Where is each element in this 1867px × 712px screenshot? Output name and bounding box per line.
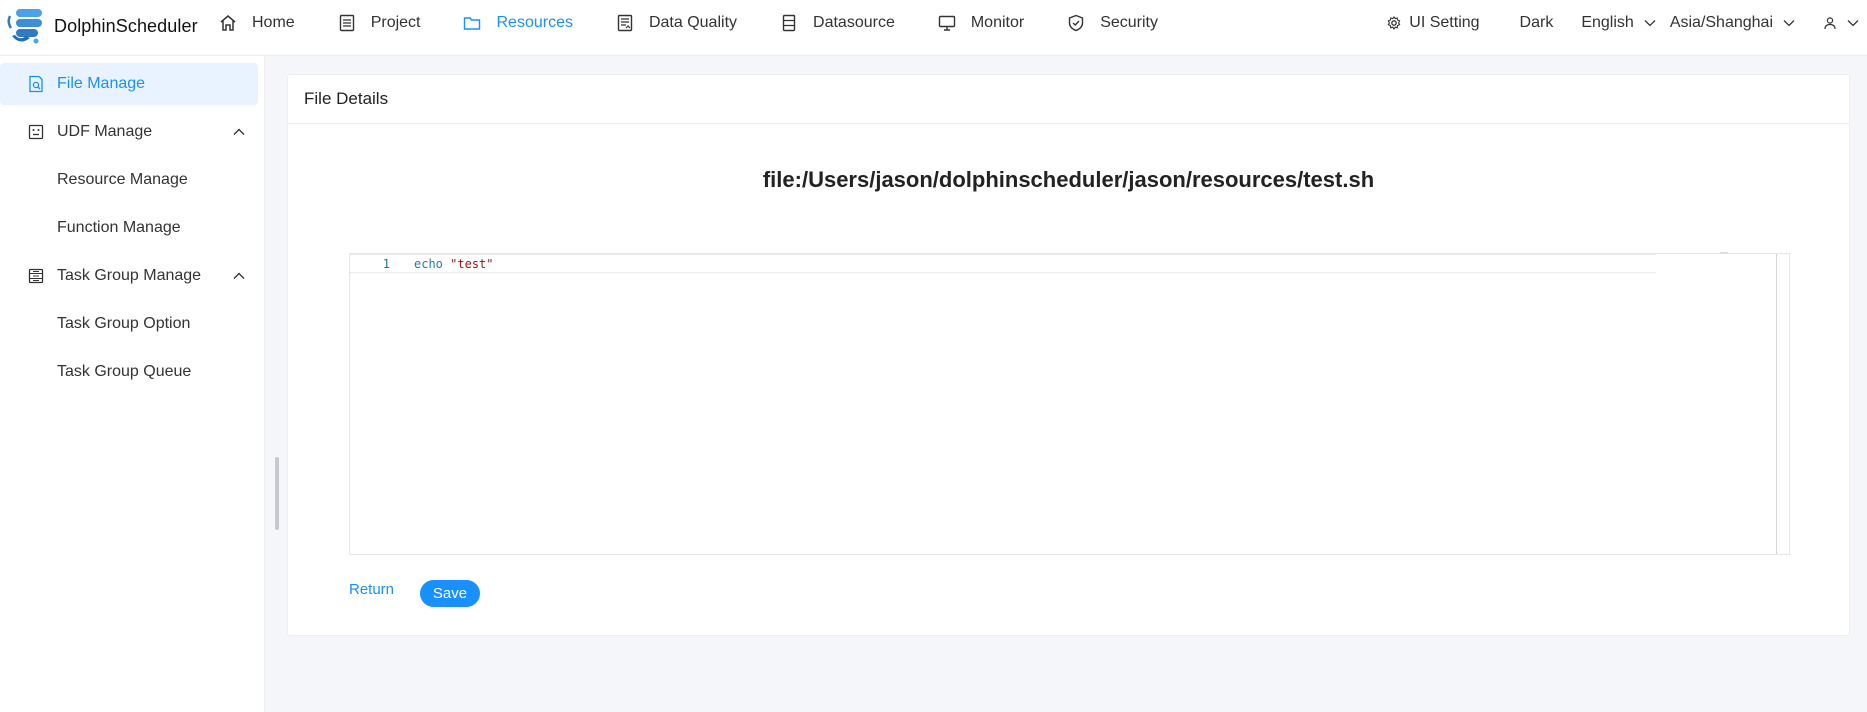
sidebar-item-label: Function Manage	[57, 219, 181, 236]
language-label: English	[1581, 14, 1634, 31]
code-keyword: echo	[414, 257, 443, 271]
task-group-icon	[27, 267, 45, 285]
sidebar-item-task-group-queue[interactable]: Task Group Queue	[0, 351, 258, 393]
sidebar-item-udf-manage[interactable]: UDF Manage	[0, 111, 258, 153]
sidebar-item-task-group-manage[interactable]: Task Group Manage	[0, 255, 258, 297]
sidebar-item-label: Task Group Option	[57, 315, 191, 332]
line-number: 1	[382, 257, 390, 271]
minimap-marker	[1720, 252, 1728, 254]
home-icon	[218, 13, 238, 33]
top-navbar: DolphinScheduler Home Project Resources …	[0, 0, 1867, 56]
project-icon	[337, 13, 357, 33]
theme-toggle[interactable]: Dark	[1520, 14, 1554, 32]
timezone-label: Asia/Shanghai	[1669, 14, 1773, 31]
user-menu[interactable]	[1823, 16, 1859, 30]
nav-home[interactable]: Home	[218, 13, 295, 33]
data-quality-icon	[615, 13, 635, 33]
sidebar-item-label: Resource Manage	[57, 171, 188, 188]
nav-project[interactable]: Project	[337, 13, 421, 33]
sidebar-item-label: Task Group Manage	[57, 267, 202, 284]
chevron-down-icon	[1783, 17, 1795, 29]
nav-resources[interactable]: Resources	[462, 13, 573, 33]
chevron-up-icon	[232, 269, 246, 283]
nav-resources-label: Resources	[496, 14, 573, 31]
shield-icon	[1066, 13, 1086, 33]
language-select[interactable]: English	[1581, 14, 1656, 32]
folder-icon	[462, 13, 482, 33]
sidebar-item-file-manage[interactable]: File Manage	[0, 63, 258, 105]
ui-setting-label: UI Setting	[1409, 14, 1480, 31]
app-name: DolphinScheduler	[54, 15, 198, 36]
file-path-title: file:/Users/jason/dolphinscheduler/jason…	[762, 167, 1375, 192]
sidebar-item-function-manage[interactable]: Function Manage	[0, 207, 258, 249]
code-string: "test"	[450, 257, 494, 271]
editor-line[interactable]: 1 echo "test"	[350, 254, 1656, 273]
nav-security-label: Security	[1100, 14, 1158, 31]
theme-label: Dark	[1519, 14, 1554, 31]
editor-scrollbar[interactable]	[1776, 254, 1777, 554]
main-nav: Home Project Resources Data Quality Data…	[218, 0, 1200, 46]
sidebar-item-label: Task Group Queue	[57, 363, 192, 380]
ui-setting-button[interactable]: UI Setting	[1387, 14, 1480, 32]
nav-home-label: Home	[252, 14, 295, 31]
code-editor[interactable]: 1 echo "test"	[349, 252, 1790, 555]
nav-data-quality-label: Data Quality	[648, 14, 738, 31]
nav-security[interactable]: Security	[1066, 13, 1158, 33]
chevron-up-icon	[232, 125, 246, 139]
monitor-icon	[937, 13, 957, 33]
sidebar-item-label: File Manage	[57, 75, 146, 92]
gear-icon	[1387, 16, 1401, 30]
card-title: File Details	[288, 75, 1849, 124]
sidebar: File Manage UDF Manage Resource Manage F…	[0, 56, 265, 712]
sidebar-item-task-group-option[interactable]: Task Group Option	[0, 303, 258, 345]
nav-datasource[interactable]: Datasource	[779, 13, 895, 33]
nav-monitor-label: Monitor	[970, 14, 1025, 31]
nav-datasource-label: Datasource	[813, 14, 895, 31]
nav-project-label: Project	[370, 14, 421, 31]
save-button[interactable]: Save	[420, 580, 480, 607]
datasource-icon	[779, 13, 799, 33]
app-logo[interactable]: DolphinScheduler	[6, 4, 198, 48]
sidebar-item-resource-manage[interactable]: Resource Manage	[0, 159, 258, 201]
nav-right-controls: UI Setting Dark English Asia/Shanghai	[1387, 0, 1859, 46]
code-text[interactable]: echo "test"	[414, 257, 494, 271]
chevron-down-icon	[1847, 17, 1859, 29]
nav-data-quality[interactable]: Data Quality	[615, 13, 737, 33]
nav-monitor[interactable]: Monitor	[937, 13, 1024, 33]
file-search-icon	[27, 75, 45, 93]
user-icon	[1823, 16, 1837, 30]
timezone-select[interactable]: Asia/Shanghai	[1670, 14, 1795, 32]
return-button[interactable]: Return	[349, 581, 394, 598]
chevron-down-icon	[1644, 17, 1656, 29]
dolphin-logo-icon	[6, 6, 50, 46]
sidebar-item-label: UDF Manage	[57, 123, 153, 140]
file-details-card: File Details file:/Users/jason/dolphinsc…	[287, 74, 1850, 636]
sidebar-resize-handle[interactable]	[275, 457, 279, 530]
udf-icon	[27, 123, 45, 141]
